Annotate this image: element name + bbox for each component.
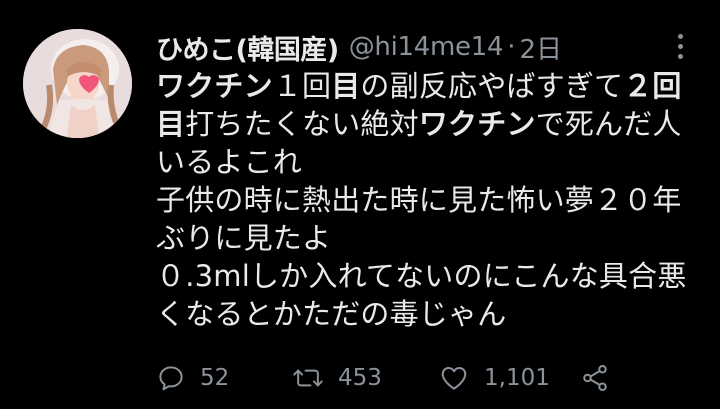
tweet-text-line: ワクチン１回目の副反応やばすぎて２回	[156, 67, 701, 105]
retweet-count: 453	[338, 365, 382, 391]
reply-count: 52	[200, 365, 230, 391]
more-dot-icon	[677, 33, 683, 39]
retweet-icon	[292, 363, 324, 393]
tweet-text-segment: １回	[272, 69, 332, 103]
tweet-text-bold-segment: ワクチン	[156, 69, 273, 103]
retweet-button[interactable]: 453	[292, 358, 382, 398]
timestamp[interactable]: 2日	[519, 29, 562, 66]
reply-icon	[156, 363, 186, 393]
tweet-text-line: くなるとかただの毒じゃん	[156, 295, 701, 333]
tweet-text-segment: いるよこれ	[156, 145, 303, 179]
tweet-text-segment: の副反応やばすぎて	[360, 69, 624, 103]
reply-button[interactable]: 52	[156, 358, 229, 398]
tweet-text-line: いるよこれ	[156, 143, 701, 181]
more-dot-icon	[677, 53, 683, 59]
avatar-image	[23, 29, 132, 138]
tweet-text-segment: くなるとかただの毒じゃん	[156, 297, 507, 331]
like-count: 1,101	[484, 365, 550, 391]
share-icon	[580, 363, 610, 393]
action-bar: 52 453 1,101	[156, 358, 626, 398]
tweet-text-segment: 子供の時に熱出た時に見た怖い夢２０年	[156, 183, 682, 217]
like-button[interactable]: 1,101	[438, 358, 550, 398]
tweet-text-segment: ぶりに見たよ	[156, 221, 332, 255]
more-dot-icon	[677, 43, 683, 49]
tweet-text-segment: ０.3mlしか入れてないのにこんな具合悪	[156, 259, 687, 293]
tweet-text-bold-segment: ワクチン	[418, 107, 536, 141]
share-button[interactable]	[580, 358, 610, 398]
avatar[interactable]	[23, 29, 132, 138]
tweet-header: ひめこ(韓国産) @hi14me14 · 2日	[156, 27, 562, 67]
tweet-text-line: ０.3mlしか入れてないのにこんな具合悪	[156, 257, 701, 295]
tweet-text-line: 子供の時に熱出た時に見た怖い夢２０年	[156, 181, 701, 219]
tweet-text-segment: 打ちたくない絶対	[185, 107, 419, 141]
tweet-text-bold-segment: 目	[331, 69, 361, 103]
tweet-text-line: 目打ちたくない絶対ワクチンで死んだ人	[156, 105, 701, 143]
separator-dot: ·	[507, 32, 516, 62]
tweet-text-bold-segment: ２回	[623, 69, 682, 103]
tweet-card[interactable]: ひめこ(韓国産) @hi14me14 · 2日 ワクチン１回目の副反応やばすぎて…	[0, 0, 720, 409]
tweet-text-bold-segment: 目	[156, 107, 186, 141]
tweet-text-line: ぶりに見たよ	[156, 219, 701, 257]
tweet-text: ワクチン１回目の副反応やばすぎて２回 目打ちたくない絶対ワクチンで死んだ人 いるよこ…	[156, 67, 701, 333]
display-name[interactable]: ひめこ(韓国産)	[156, 28, 339, 67]
tweet-text-segment: で死んだ人	[535, 107, 682, 141]
heart-icon	[438, 363, 470, 393]
handle[interactable]: @hi14me14	[349, 32, 504, 62]
more-options-button[interactable]	[664, 30, 696, 62]
